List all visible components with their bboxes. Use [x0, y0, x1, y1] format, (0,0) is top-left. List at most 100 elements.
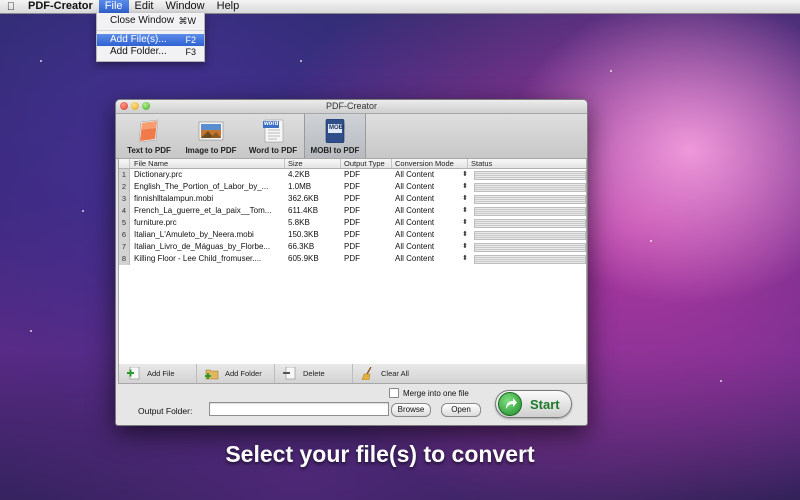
apple-icon[interactable]: : [0, 1, 22, 13]
table-row[interactable]: 6 Italian_L'Amuleto_by_Neera.mobi 150.3KB P…: [119, 229, 586, 241]
mode-stepper-icon[interactable]: ⬍: [458, 205, 472, 217]
file-name-cell: Killing Floor - Lee Child_fromuser....: [134, 254, 262, 263]
menu-item-close-window[interactable]: Close Window ⌘W: [97, 15, 204, 27]
file-name-cell: furniture.prc: [134, 218, 177, 227]
conversion-toolbar: Text to PDF Image to PDF word Word to PD…: [116, 114, 587, 159]
size-cell: 1.0MB: [288, 182, 312, 191]
mode-stepper-icon[interactable]: ⬍: [458, 193, 472, 205]
merge-label: Merge into one file: [403, 388, 469, 398]
merge-option[interactable]: Merge into one file: [389, 388, 469, 398]
row-number: 2: [119, 181, 130, 193]
add-folder-icon: [205, 367, 219, 380]
mobi-to-pdf-tab[interactable]: MOBI MOBI to PDF: [304, 114, 366, 158]
column-header-conversion-mode[interactable]: Conversion Mode: [392, 159, 468, 168]
mode-stepper-icon[interactable]: ⬍: [458, 217, 472, 229]
file-table: File Name Size Output Type Conversion Mo…: [118, 158, 587, 365]
table-row[interactable]: 1 Dictionary.prc 4.2KB PDF All Content ⬍: [119, 169, 586, 181]
file-name-cell: Dictionary.prc: [134, 170, 183, 179]
delete-label: Delete: [303, 369, 325, 378]
column-header-status[interactable]: Status: [468, 159, 586, 168]
star: [40, 60, 42, 62]
table-row[interactable]: 8 Killing Floor - Lee Child_fromuser.... 6…: [119, 253, 586, 265]
start-button[interactable]: Start: [495, 390, 572, 418]
mode-stepper-icon[interactable]: ⬍: [458, 241, 472, 253]
status-progress-bar: [474, 242, 586, 252]
table-body: 1 Dictionary.prc 4.2KB PDF All Content ⬍ 2 Engl…: [119, 169, 586, 265]
menu-edit[interactable]: Edit: [129, 0, 160, 13]
table-row[interactable]: 2 English_The_Portion_of_Labor_by_... 1.0M…: [119, 181, 586, 193]
conversion-mode-cell: All Content: [395, 170, 435, 179]
menu-file[interactable]: File: [98, 0, 129, 13]
pdf-creator-window: PDF-Creator Text to PDF Image to PDF wor…: [115, 99, 588, 426]
column-header-file-name[interactable]: File Name: [130, 159, 285, 168]
conversion-mode-cell: All Content: [395, 254, 435, 263]
column-header-output-type[interactable]: Output Type: [341, 159, 392, 168]
menu-bar:  PDF-Creator File Edit Window Help: [0, 0, 800, 14]
add-file-icon: [127, 366, 141, 380]
size-cell: 605.9KB: [288, 254, 319, 263]
menu-item-shortcut: F3: [185, 47, 196, 57]
file-menu-dropdown: Close Window ⌘W Add File(s)... F2 Add Fo…: [96, 13, 205, 62]
column-header-index: [119, 159, 130, 168]
menu-item-add-files[interactable]: Add File(s)... F2: [97, 34, 204, 46]
output-folder-field[interactable]: [209, 402, 389, 416]
output-type-cell: PDF: [344, 170, 360, 179]
delete-button[interactable]: Delete: [275, 364, 353, 383]
row-number: 8: [119, 253, 130, 265]
menu-item-label: Add Folder...: [110, 46, 167, 57]
table-row[interactable]: 5 furniture.prc 5.8KB PDF All Content ⬍: [119, 217, 586, 229]
add-folder-button[interactable]: Add Folder: [197, 364, 275, 383]
menu-item-add-folder[interactable]: Add Folder... F3: [97, 46, 204, 58]
minimize-window-button[interactable]: [131, 102, 139, 110]
mode-stepper-icon[interactable]: ⬍: [458, 253, 472, 265]
row-number: 1: [119, 169, 130, 181]
star: [720, 380, 722, 382]
window-title: PDF-Creator: [325, 101, 377, 111]
output-type-cell: PDF: [344, 218, 360, 227]
zoom-window-button[interactable]: [142, 102, 150, 110]
star: [650, 240, 652, 242]
word-to-pdf-tab[interactable]: word Word to PDF: [242, 114, 304, 158]
mode-stepper-icon[interactable]: ⬍: [458, 229, 472, 241]
menu-item-label: Add File(s)...: [110, 34, 167, 45]
file-actions-bar: Add File Add Folder Delete Clear All: [118, 364, 587, 384]
text-pdf-icon: [136, 119, 162, 143]
row-number: 7: [119, 241, 130, 253]
merge-checkbox[interactable]: [389, 388, 399, 398]
close-window-button[interactable]: [120, 102, 128, 110]
conversion-mode-cell: All Content: [395, 194, 435, 203]
tab-label: Word to PDF: [248, 146, 298, 155]
mode-stepper-icon[interactable]: ⬍: [458, 169, 472, 181]
status-progress-bar: [474, 230, 586, 240]
conversion-mode-cell: All Content: [395, 182, 435, 191]
menu-help[interactable]: Help: [211, 0, 246, 13]
size-cell: 611.4KB: [288, 206, 319, 215]
column-header-size[interactable]: Size: [285, 159, 341, 168]
output-type-cell: PDF: [344, 230, 360, 239]
table-row[interactable]: 3 finnishlltalampun.mobi 362.6KB PDF All Con…: [119, 193, 586, 205]
conversion-mode-cell: All Content: [395, 230, 435, 239]
menu-window[interactable]: Window: [160, 0, 211, 13]
size-cell: 362.6KB: [288, 194, 319, 203]
text-to-pdf-tab[interactable]: Text to PDF: [118, 114, 180, 158]
status-progress-bar: [474, 254, 586, 264]
broom-icon: [361, 366, 375, 381]
browse-button[interactable]: Browse: [391, 403, 431, 417]
output-type-cell: PDF: [344, 182, 360, 191]
size-cell: 66.3KB: [288, 242, 315, 251]
caption-text: Select your file(s) to convert: [225, 441, 535, 467]
table-row[interactable]: 4 French_La_guerre_et_la_paix__Tom... 611.…: [119, 205, 586, 217]
clear-all-button[interactable]: Clear All: [353, 364, 431, 383]
add-file-button[interactable]: Add File: [119, 364, 197, 383]
status-progress-bar: [474, 182, 586, 192]
star: [30, 330, 32, 332]
status-progress-bar: [474, 218, 586, 228]
table-row[interactable]: 7 Italian_Livro_de_Máguas_by_Florbe... 66.…: [119, 241, 586, 253]
mode-stepper-icon[interactable]: ⬍: [458, 181, 472, 193]
window-titlebar[interactable]: PDF-Creator: [116, 100, 587, 114]
open-button[interactable]: Open: [441, 403, 481, 417]
image-to-pdf-tab[interactable]: Image to PDF: [180, 114, 242, 158]
menu-app-name[interactable]: PDF-Creator: [22, 0, 99, 13]
mobi-badge: MOBI: [329, 125, 345, 131]
file-name-cell: finnishlltalampun.mobi: [134, 194, 214, 203]
